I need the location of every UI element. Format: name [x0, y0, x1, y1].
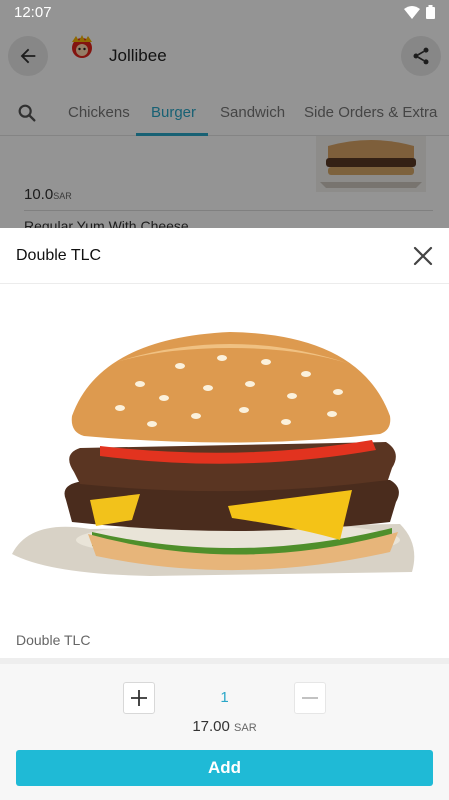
status-bar: 12:07 [0, 0, 449, 24]
burger-image [12, 332, 415, 576]
item-description: Double TLC [16, 632, 91, 648]
close-button[interactable] [409, 242, 437, 270]
add-to-cart-button[interactable]: Add [16, 750, 433, 786]
status-time: 12:07 [14, 4, 52, 21]
item-title: Double TLC [16, 247, 102, 264]
order-footer: 1 17.00 SAR Add [0, 664, 449, 800]
total-price: 17.00 SAR [192, 718, 257, 735]
battery-icon [426, 5, 435, 19]
close-icon [413, 246, 433, 266]
minus-icon [302, 697, 318, 699]
sheet-header: Double TLC [0, 228, 449, 284]
item-detail-sheet: Double TLC Double TLC 1 17.00 SAR Add [0, 228, 449, 800]
wifi-icon [404, 5, 420, 19]
quantity-value: 1 [220, 689, 229, 706]
decrease-quantity-button[interactable] [294, 682, 326, 714]
